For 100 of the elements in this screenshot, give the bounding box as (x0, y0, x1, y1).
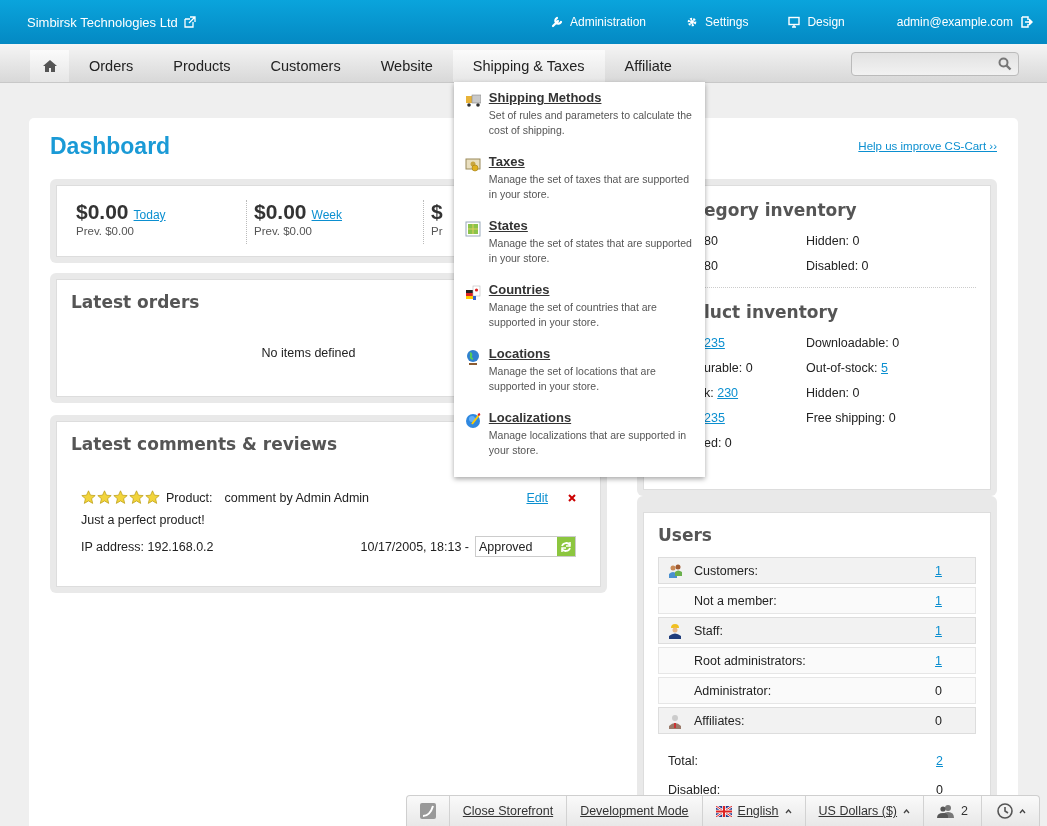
menu-link[interactable]: Countries (488, 282, 695, 297)
panel-title: egory inventory (704, 200, 857, 220)
truck-icon (464, 93, 481, 109)
user-label: Administrator: (694, 683, 773, 698)
inventory-stat: Free shipping: 0 (806, 411, 896, 425)
help-link[interactable]: Help us improve CS-Cart ›› (858, 140, 997, 152)
mode-link[interactable]: Development Mode (566, 796, 702, 826)
inventory-stat: 80 (704, 259, 718, 273)
user-label: Customers: (694, 563, 759, 578)
caret-icon (784, 808, 792, 814)
previous-amount: Prev. $0.00 (254, 225, 312, 237)
menu-description: Manage the set of states that are supported in your store. (488, 236, 693, 266)
inventory-stat: ed: 0 (704, 436, 732, 450)
globe-pencil-icon (464, 413, 481, 429)
globe-icon (464, 349, 481, 365)
inventory-stat: Disabled: 0 (806, 259, 869, 273)
previous-amount: Pr (431, 225, 443, 237)
menu-link[interactable]: Shipping Methods (488, 90, 695, 105)
menu-link[interactable]: States (488, 218, 695, 233)
previous-amount: Prev. $0.00 (76, 225, 134, 237)
count-link[interactable]: 1 (935, 593, 942, 608)
person-icon (667, 712, 683, 729)
count-link[interactable]: 235 (704, 411, 725, 425)
menu-description: Manage the set of locations that are supported in your store. (488, 364, 657, 394)
caret-icon (1019, 808, 1026, 814)
currency-selector[interactable]: US Dollars ($) (804, 796, 924, 826)
external-link-icon (183, 16, 196, 28)
search-field[interactable] (851, 52, 1019, 76)
total-label: Disabled: (668, 782, 722, 797)
menu-link[interactable]: Locations (488, 346, 695, 361)
worker-icon (667, 622, 683, 639)
caret-icon (903, 808, 911, 814)
delete-icon (568, 493, 576, 502)
map-icon (464, 221, 481, 237)
home-icon (41, 59, 58, 73)
nav-tab[interactable]: Website (360, 50, 453, 82)
inventory-stat: Hidden: 0 (806, 386, 860, 400)
panel-title: Latest comments & reviews (71, 434, 338, 454)
user-label: Affiliates: (694, 713, 746, 728)
menu-description: Manage localizations that are supported in your store. (488, 428, 688, 458)
user-count: 0 (935, 713, 942, 728)
nav-tab[interactable]: Affiliate (604, 50, 692, 82)
user-label: Root administrators: (694, 653, 807, 668)
flag-icon (715, 805, 732, 817)
total-count: 0 (936, 782, 943, 797)
panel-title: Latest orders (71, 292, 200, 312)
language-selector[interactable]: English (701, 796, 805, 826)
ip-address: IP address: 192.168.0.2 (81, 539, 214, 554)
count-link[interactable]: 235 (704, 336, 725, 350)
sales-amount: $0.00 (76, 200, 129, 223)
panel-title: Users (658, 525, 712, 545)
count-link[interactable]: 230 (717, 386, 739, 400)
status-select[interactable]: Approved (475, 536, 576, 557)
count-link[interactable]: 5 (881, 361, 888, 375)
review-date: 10/17/2005, 18:13 - (360, 539, 469, 554)
count-link[interactable]: 1 (935, 653, 942, 668)
review-text: Just a perfect product! (80, 513, 206, 527)
star-icon (129, 490, 144, 505)
period-link[interactable]: Today (133, 208, 166, 222)
page-title: Dashboard (50, 132, 171, 160)
menu-description: Manage the set of taxes that are supported in your store. (488, 172, 690, 202)
wrench-icon (551, 16, 563, 28)
star-icon (145, 490, 160, 505)
inventory-label: Out-of-stock: (806, 361, 879, 375)
users-icon (937, 804, 956, 818)
period-link[interactable]: Week (311, 208, 342, 222)
count-link[interactable]: 2 (936, 753, 943, 768)
nav-tab[interactable]: Customers (250, 50, 361, 82)
user-label: Staff: (694, 623, 724, 638)
online-users[interactable]: 2 (923, 796, 981, 826)
home-tab[interactable] (30, 50, 69, 82)
user-label: Not a member: (694, 593, 778, 608)
sales-amount: $ (431, 200, 443, 223)
sales-amount: $0.00 (254, 200, 307, 223)
refresh-icon (560, 540, 572, 553)
nav-tab[interactable]: Orders (69, 50, 154, 82)
inventory-stat: urable: 0 (704, 361, 753, 375)
product-label: Product: (166, 490, 213, 505)
refresh-button[interactable] (557, 537, 575, 556)
menu-link[interactable]: Taxes (488, 154, 695, 169)
monitor-icon (788, 16, 801, 28)
banknote-icon (464, 157, 481, 173)
inventory-stat: Downloadable: 0 (806, 336, 900, 350)
user-count: 0 (935, 683, 942, 698)
close-storefront-link[interactable]: Close Storefront (448, 796, 567, 826)
nav-tab[interactable]: Products (153, 50, 251, 82)
total-label: Total: (668, 753, 699, 768)
logout-icon (1021, 16, 1033, 28)
star-icon (81, 490, 96, 505)
inventory-stat: 80 (704, 234, 718, 248)
gear-icon (686, 16, 699, 28)
menu-description: Manage the set of countries that are supported in your store. (488, 300, 658, 330)
review-author: comment by Admin Admin (224, 490, 370, 505)
inventory-stat: Hidden: 0 (806, 234, 860, 248)
search-icon (998, 57, 1012, 71)
star-icon (97, 490, 112, 505)
menu-link[interactable]: Localizations (488, 410, 695, 425)
storefront-icon (419, 803, 436, 819)
edit-link[interactable]: Edit (526, 490, 548, 505)
panel-title: luct inventory (704, 302, 838, 322)
